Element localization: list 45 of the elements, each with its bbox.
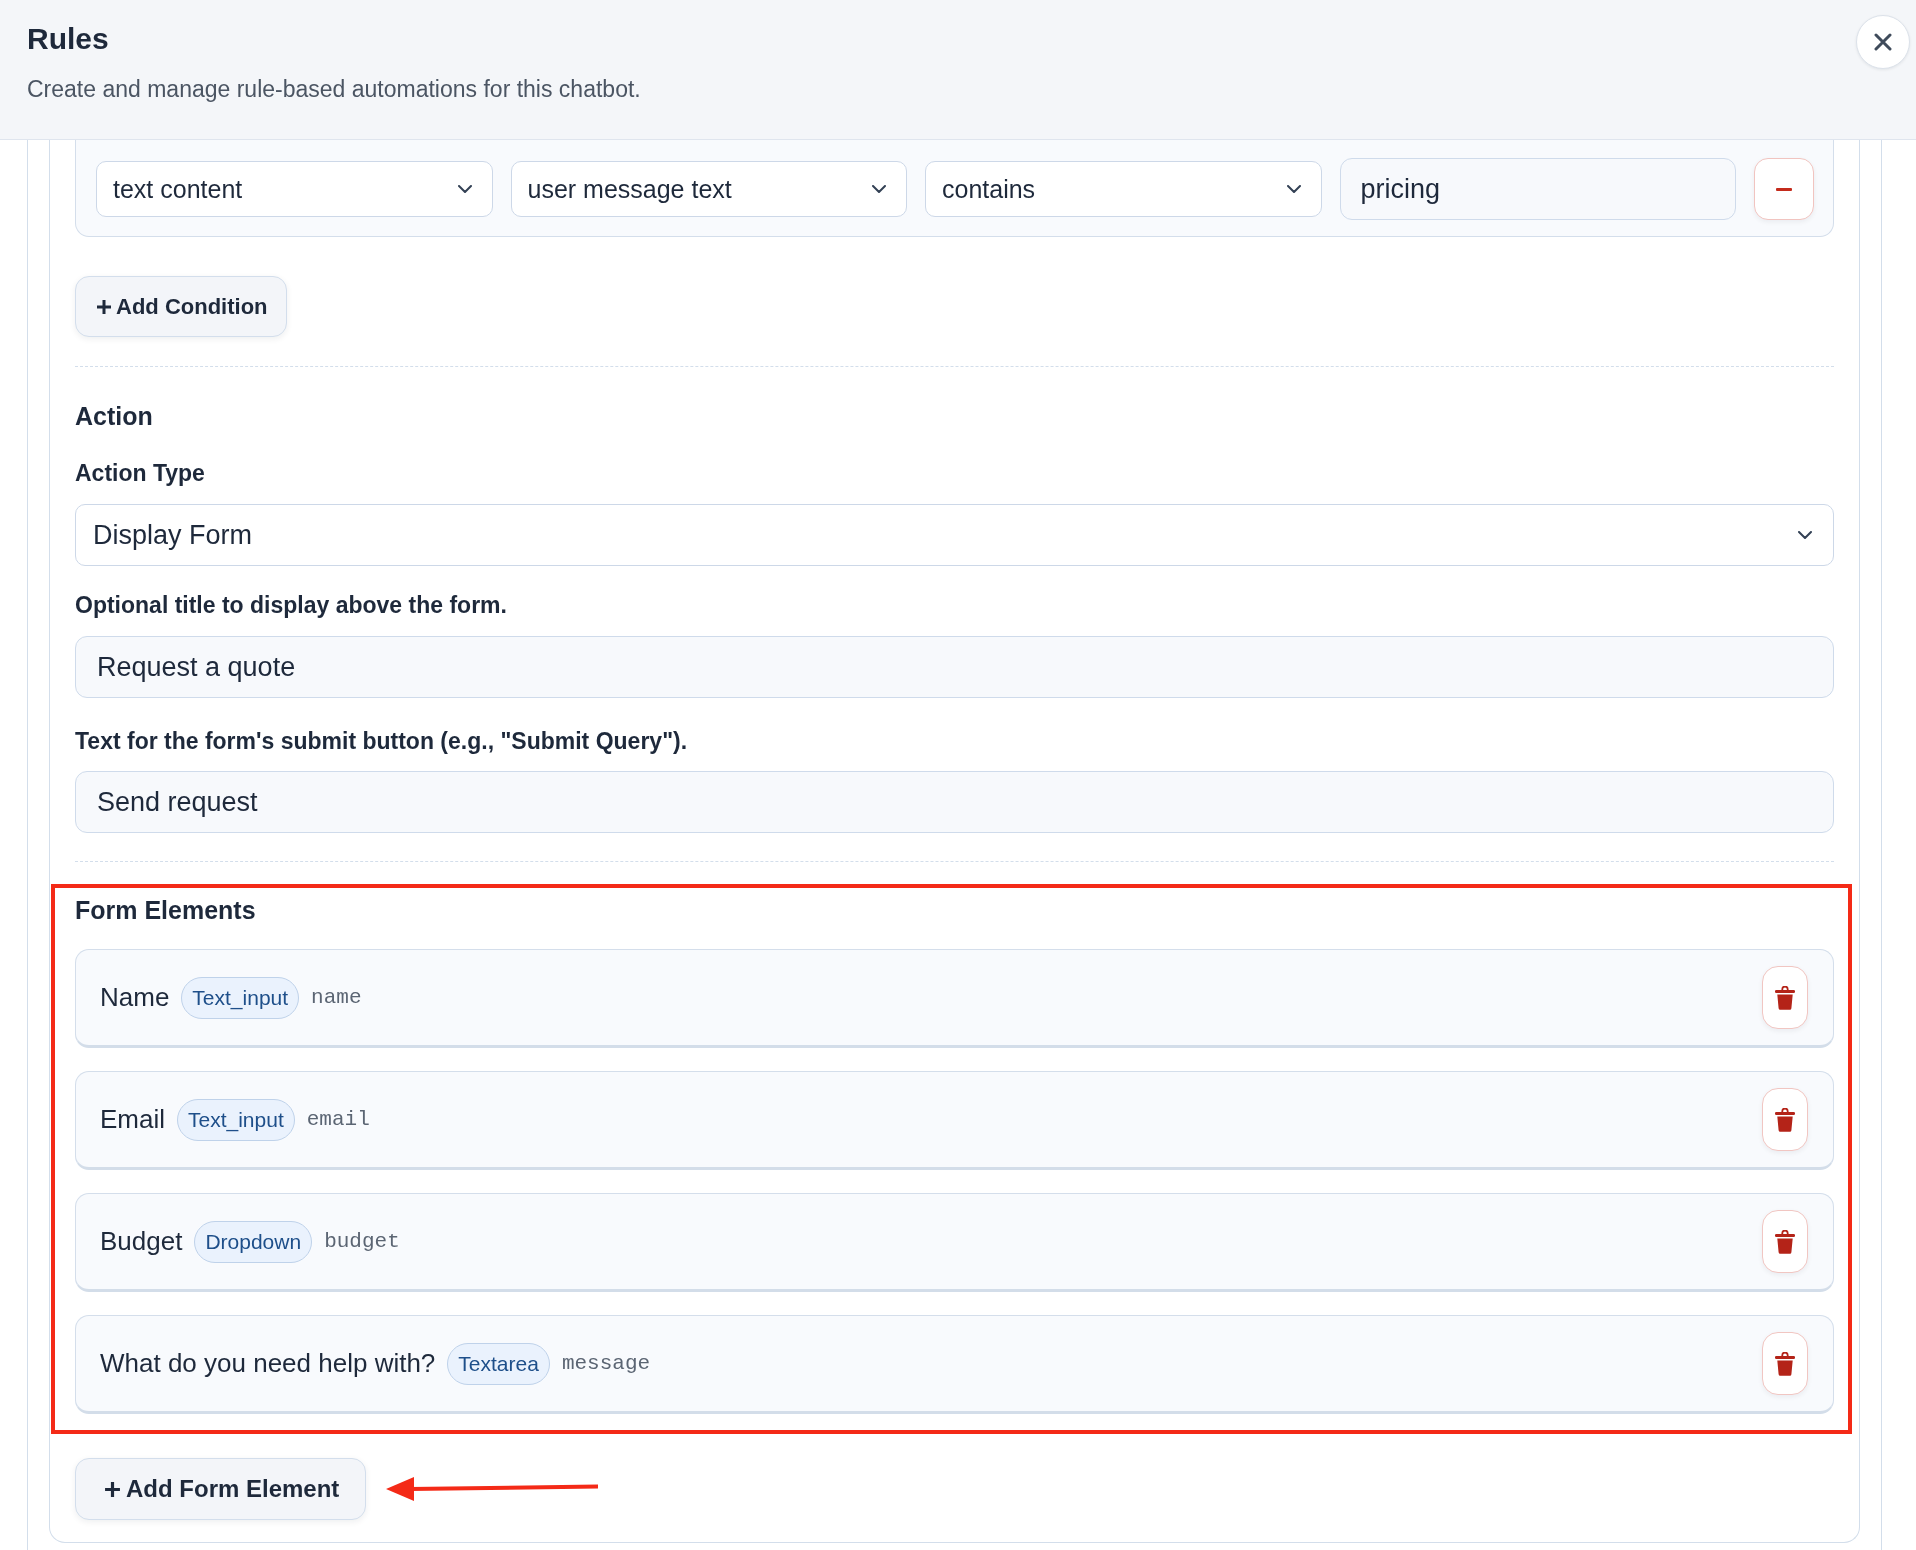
close-icon: [1874, 33, 1892, 51]
field-key: name: [311, 986, 362, 1009]
delete-button[interactable]: [1762, 1210, 1808, 1273]
field-label: Optional title to display above the form.: [75, 591, 508, 619]
field-dropdown[interactable]: text content: [96, 161, 493, 217]
section-heading: Action: [75, 401, 154, 432]
operator-dropdown[interactable]: contains: [925, 161, 1322, 217]
value-input[interactable]: pricing: [1339, 158, 1736, 220]
plus-icon: [104, 1480, 121, 1498]
element-label: Email: [100, 1104, 165, 1135]
chevron-down-icon: [457, 185, 472, 193]
type-tag: Text_input: [177, 1098, 295, 1141]
plus-icon: [96, 298, 112, 315]
trash-icon: [1775, 1351, 1795, 1376]
chevron-down-icon: [1798, 531, 1812, 539]
page-title: Rules: [27, 21, 110, 57]
form-title-input[interactable]: Request a quote: [75, 636, 1834, 698]
delete-button[interactable]: [1762, 1332, 1808, 1395]
field-label: Text for the form's submit button (e.g., "Submit Query").: [75, 727, 689, 755]
field-label: Action Type: [75, 459, 206, 487]
minus-icon: [1776, 187, 1792, 191]
trash-icon: [1775, 985, 1795, 1010]
trash-icon: [1775, 1229, 1795, 1254]
element-label: Name: [100, 982, 170, 1013]
page-subtitle: Create and manage rule-based automations for this chatbot.: [27, 75, 641, 103]
field-key: budget: [324, 1230, 400, 1253]
element-label: Budget: [100, 1226, 183, 1257]
type-tag: Textarea: [447, 1342, 550, 1385]
action-type-dropdown[interactable]: Display Form: [75, 504, 1834, 566]
delete-button[interactable]: [1762, 966, 1808, 1029]
section-heading: Form Elements: [75, 895, 257, 926]
source-dropdown[interactable]: user message text: [510, 161, 907, 217]
field-key: message: [561, 1352, 651, 1375]
chevron-down-icon: [1286, 185, 1301, 193]
chevron-down-icon: [872, 185, 886, 193]
field-key: email: [306, 1108, 370, 1131]
add-condition-button[interactable]: Add Condition: [75, 276, 287, 337]
submit-text-input[interactable]: Send request: [75, 771, 1834, 833]
close-button[interactable]: [1856, 15, 1910, 69]
add-form-element-button[interactable]: Add Form Element: [75, 1458, 367, 1520]
type-tag: Dropdown: [194, 1220, 313, 1263]
element-label: What do you need help with?: [100, 1348, 436, 1379]
type-tag: Text_input: [181, 976, 300, 1019]
trash-icon: [1775, 1107, 1795, 1132]
delete-button[interactable]: [1762, 1088, 1808, 1151]
